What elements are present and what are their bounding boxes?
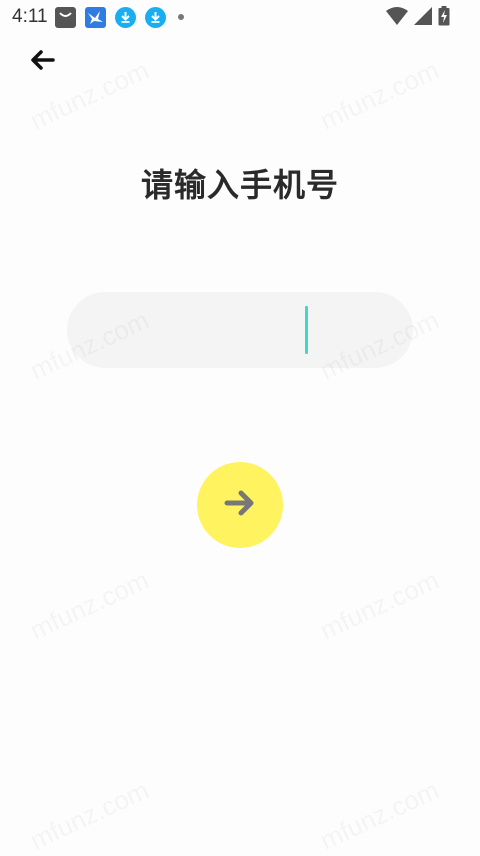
back-button[interactable] — [26, 46, 58, 78]
download-icon — [114, 6, 136, 28]
status-bar: 4:11 — [0, 0, 480, 32]
watermark: mfunz.com — [315, 775, 443, 856]
dot-icon — [178, 14, 184, 20]
status-time: 4:11 — [12, 6, 48, 27]
page-title: 请输入手机号 — [140, 166, 339, 204]
text-caret — [305, 306, 308, 354]
watermark: mfunz.com — [315, 55, 443, 137]
download-icon — [144, 6, 166, 28]
bag-icon — [54, 6, 76, 28]
next-button[interactable] — [197, 462, 283, 548]
battery-charging-icon — [438, 6, 450, 30]
arrow-left-icon — [29, 49, 55, 75]
phone-input-container[interactable] — [67, 292, 417, 370]
watermark: mfunz.com — [25, 775, 153, 856]
arrow-right-icon — [224, 489, 256, 521]
cellular-signal-icon — [414, 7, 432, 29]
system-icons — [386, 6, 450, 30]
watermark: mfunz.com — [315, 565, 443, 647]
wifi-icon — [386, 7, 408, 29]
phone-input[interactable] — [67, 292, 417, 370]
watermark: mfunz.com — [25, 565, 153, 647]
notification-icons — [54, 6, 184, 28]
bird-app-icon — [84, 6, 106, 28]
